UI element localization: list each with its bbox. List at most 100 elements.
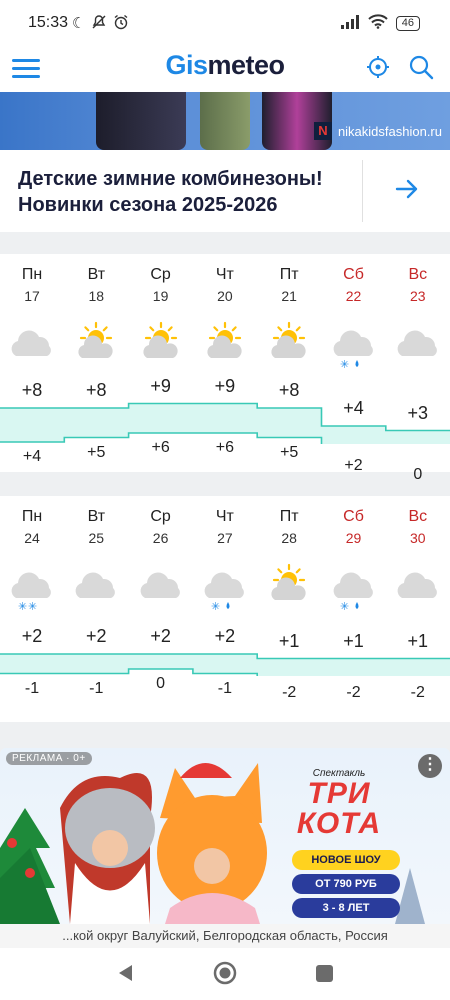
day-column[interactable]: Вс 30 xyxy=(386,508,450,546)
day-name: Ср xyxy=(150,508,171,525)
location-bar[interactable]: ...кой округ Валуйский, Белгородская обл… xyxy=(0,924,450,948)
max-temperature: +9 xyxy=(150,375,171,396)
arrow-right-icon[interactable] xyxy=(394,176,420,207)
min-temperature: -2 xyxy=(410,684,425,701)
max-temperature: +8 xyxy=(86,380,107,400)
promo-new-show: НОВОЕ ШОУ xyxy=(292,850,400,870)
day-column[interactable]: Ср 26 xyxy=(129,508,193,546)
ad-banner-text[interactable]: Детские зимние комбинезоны! Новинки сезо… xyxy=(0,150,450,232)
ad-banner-image[interactable]: N nikakidsfashion.ru xyxy=(0,92,450,150)
max-temperature: +4 xyxy=(343,398,364,418)
day-name: Сб xyxy=(343,266,364,283)
ad-title: Детские зимние комбинезоны! Новинки сезо… xyxy=(18,168,323,216)
day-column[interactable]: Пн 17 xyxy=(0,266,64,304)
day-column[interactable]: Сб 22 xyxy=(322,266,386,304)
mute-icon xyxy=(91,14,107,34)
max-temperature: +2 xyxy=(150,626,171,646)
ad-banner-show[interactable]: РЕКЛАМА · 0+ ⋮ Спектакль ТРИ КОТА НОВОЕ … xyxy=(0,748,450,924)
min-temperature: -2 xyxy=(346,684,361,701)
day-name: Чт xyxy=(215,266,234,283)
svg-text:✳: ✳ xyxy=(340,600,349,613)
show-title: Спектакль ТРИ КОТА xyxy=(296,768,382,840)
day-date: 22 xyxy=(345,288,362,304)
min-temperature: +4 xyxy=(22,448,42,465)
more-options-icon[interactable]: ⋮ xyxy=(418,754,442,778)
day-column[interactable]: Чт 27 xyxy=(193,508,257,546)
partly-sunny-icon xyxy=(70,316,122,364)
cloud-snow-rain-icon: ✳ xyxy=(328,316,380,371)
back-icon[interactable] xyxy=(116,963,134,988)
day-name: Вт xyxy=(87,266,106,283)
max-temperature: +2 xyxy=(86,626,107,646)
day-name: Вс xyxy=(408,266,428,283)
min-temperature: -1 xyxy=(24,679,40,697)
max-temperature: +2 xyxy=(214,626,236,646)
day-date: 20 xyxy=(217,288,233,304)
day-date: 30 xyxy=(410,530,426,546)
min-temperature: 0 xyxy=(156,675,166,692)
search-icon[interactable] xyxy=(408,54,434,85)
ad-label-badge: РЕКЛАМА · 0+ xyxy=(6,752,92,765)
cloud-icon xyxy=(135,558,187,606)
day-column[interactable]: Сб 29 xyxy=(322,508,386,546)
day-name: Сб xyxy=(343,508,364,525)
day-date: 27 xyxy=(217,530,233,546)
day-date: 25 xyxy=(88,530,105,546)
min-temperature: +6 xyxy=(215,439,235,456)
alarm-icon xyxy=(113,14,129,34)
min-temperature: +6 xyxy=(151,439,170,456)
app-header: Gismeteo xyxy=(0,46,450,92)
status-right-icons: 46 xyxy=(340,14,420,32)
day-name: Ср xyxy=(150,266,171,283)
max-temperature: +3 xyxy=(407,402,429,423)
status-bar: 15:33 ☾ 46 xyxy=(0,0,450,46)
cloud-snow-rain-icon: ✳ xyxy=(328,558,380,613)
day-name: Пн xyxy=(21,266,43,283)
day-name: Пн xyxy=(21,508,43,525)
max-temperature: +2 xyxy=(21,626,43,646)
cloud-icon xyxy=(392,558,444,606)
day-column[interactable]: Вс 23 xyxy=(386,266,450,304)
min-temperature: -1 xyxy=(217,679,232,697)
day-column[interactable]: Ср 19 xyxy=(129,266,193,304)
day-column[interactable]: Пн 24 xyxy=(0,508,64,546)
promo-price: ОТ 790 РУБ xyxy=(292,874,400,894)
cloud-icon xyxy=(70,558,122,606)
day-name: Вт xyxy=(87,508,106,525)
moon-icon: ☾ xyxy=(72,15,86,32)
day-column[interactable]: Пт 28 xyxy=(257,508,321,546)
day-column[interactable]: Пт 21 xyxy=(257,266,321,304)
partly-sunny-icon xyxy=(135,316,187,364)
partly-sunny-icon xyxy=(263,316,315,364)
max-temperature: +1 xyxy=(278,630,300,651)
day-name: Вс xyxy=(408,508,428,525)
cloud-snow-icon: ✳ ✳ xyxy=(6,558,58,613)
svg-text:✳: ✳ xyxy=(340,358,349,371)
max-temperature: +9 xyxy=(214,375,236,396)
day-date: 24 xyxy=(24,530,40,546)
day-column[interactable]: Чт 20 xyxy=(193,266,257,304)
svg-text:✳: ✳ xyxy=(28,600,37,613)
day-date: 26 xyxy=(152,530,169,546)
home-icon[interactable] xyxy=(213,961,237,990)
min-temperature: +5 xyxy=(280,443,299,461)
nk-logo-icon: N xyxy=(313,122,332,140)
signal-icon xyxy=(340,14,360,32)
recent-apps-icon[interactable] xyxy=(316,965,333,982)
partly-sunny-icon xyxy=(263,558,315,606)
day-date: 23 xyxy=(410,288,426,304)
divider xyxy=(362,160,363,222)
wifi-icon xyxy=(368,14,388,32)
day-name: Пт xyxy=(279,266,299,283)
day-column[interactable]: Вт 25 xyxy=(64,508,128,546)
cloud-icon xyxy=(392,316,444,364)
cloud-snow-rain-icon: ✳ xyxy=(199,558,251,613)
location-target-icon[interactable] xyxy=(366,55,390,84)
min-temperature: 0 xyxy=(413,466,423,483)
battery-icon: 46 xyxy=(395,15,420,31)
status-left-icons: ☾ xyxy=(72,14,129,34)
max-temperature: +8 xyxy=(278,380,300,400)
day-date: 19 xyxy=(152,288,169,304)
day-column[interactable]: Вт 18 xyxy=(64,266,128,304)
max-temperature: +1 xyxy=(343,630,364,651)
